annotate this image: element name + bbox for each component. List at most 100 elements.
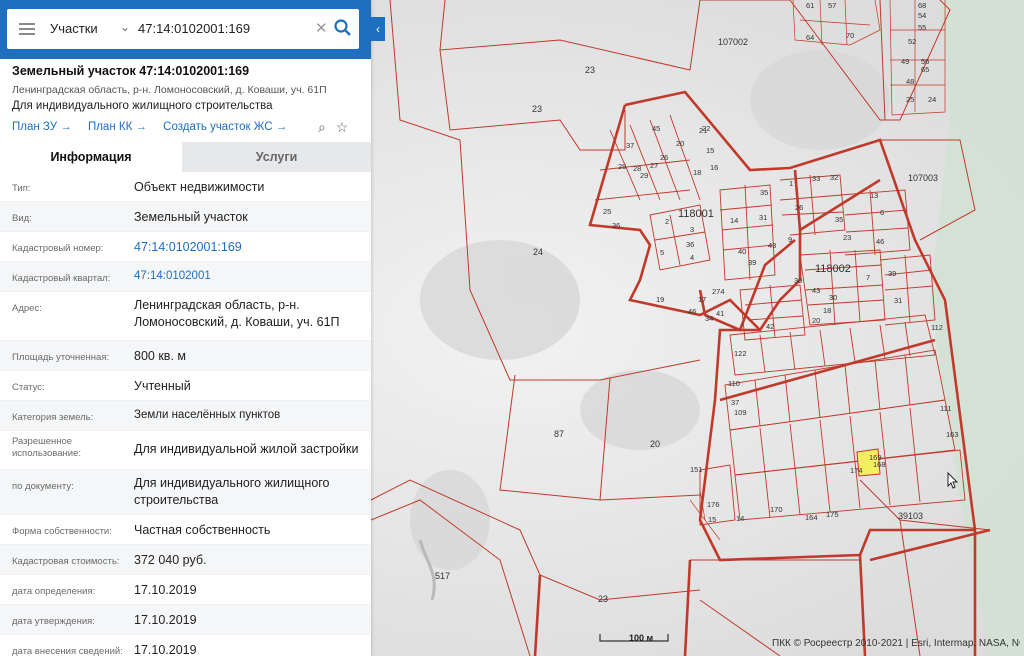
lot-number: 26 xyxy=(660,153,668,162)
lot-number: 112 xyxy=(931,323,943,332)
plan-kk-link[interactable]: План КК → xyxy=(88,121,147,133)
info-row-label: использование: xyxy=(12,448,82,459)
collapse-panel-icon[interactable]: ‹ xyxy=(371,17,385,41)
info-row-link[interactable]: 47:14:0102001 xyxy=(134,270,211,282)
lot-number: 175 xyxy=(826,510,839,519)
info-row-label: Категория земель: xyxy=(12,412,94,423)
lot-number: 43 xyxy=(768,241,776,250)
info-row-link[interactable]: 47:14:0102001:169 xyxy=(134,240,242,254)
info-row: Кадастровый номер: 47:14:0102001:169 xyxy=(0,232,371,262)
info-row-label: Площадь уточненная: xyxy=(12,352,110,363)
lot-number: 49 xyxy=(901,57,909,66)
lot-number: 164 xyxy=(805,513,818,522)
lot-number: 55 xyxy=(918,23,926,32)
lot-number: 33 xyxy=(812,174,820,183)
info-row-value: 17.10.2019 xyxy=(134,613,197,627)
info-row-label: Разрешенное xyxy=(12,436,73,447)
lot-number: 52 xyxy=(908,37,916,46)
info-row-label: Вид: xyxy=(12,213,32,224)
lot-number: 5 xyxy=(660,248,664,257)
lot-number: 29 xyxy=(640,171,648,180)
zoom-to-icon[interactable]: ⌕ xyxy=(318,119,326,135)
info-row: Статус: Учтенный xyxy=(0,371,371,401)
info-row: Вид: Земельный участок xyxy=(0,202,371,232)
lot-number: 46 xyxy=(876,237,884,246)
lot-number: 20 xyxy=(812,316,820,325)
map-attribution: ПКК © Росреестр 2010-2021 | Esri, Interm… xyxy=(772,638,1020,649)
info-row-label: Кадастровая стоимость: xyxy=(12,556,120,567)
search-input[interactable]: 47:14:0102001:169 xyxy=(138,21,250,36)
lot-number: 29 xyxy=(618,162,626,171)
lot-number: 110 xyxy=(728,379,740,388)
plan-zu-link[interactable]: План ЗУ → xyxy=(12,121,72,133)
info-row-value: Для индивидуальной жилой застройки xyxy=(134,442,359,456)
parcel-tools: ⌕ ☆ xyxy=(318,119,348,136)
lot-number: 68 xyxy=(918,1,926,10)
tab-services[interactable]: Услуги xyxy=(182,142,371,172)
block-label: 39103 xyxy=(898,511,923,521)
chevron-down-icon[interactable]: ⌄ xyxy=(120,20,130,34)
lot-number: 42 xyxy=(766,322,774,331)
info-row: Категория земель: Земли населённых пункто… xyxy=(0,401,371,431)
info-row-label: Тип: xyxy=(12,183,31,194)
lot-number: 36 xyxy=(686,240,694,249)
lot-number: 32 xyxy=(830,173,838,182)
info-row-value: Объект недвижимости xyxy=(134,180,265,194)
lot-number: 25 xyxy=(603,207,611,216)
lot-number: 61 xyxy=(806,1,814,10)
info-row-value: Земли населённых пунктов xyxy=(134,409,281,421)
lot-number: 36 xyxy=(612,221,620,230)
info-row-value: Для индивидуального жилищного xyxy=(134,476,330,490)
lot-number: 39 xyxy=(888,269,896,278)
info-row-label: Адрес: xyxy=(12,303,42,314)
parcel-label: 24 xyxy=(533,247,543,257)
block-label: 107002 xyxy=(718,37,748,47)
lot-number: 24 xyxy=(928,95,936,104)
tab-information[interactable]: Информация xyxy=(0,142,182,172)
parcel-links: План ЗУ → План КК → Создать участок ЖС → xyxy=(12,121,300,133)
info-row: Кадастровый квартал: 47:14:0102001 xyxy=(0,262,371,292)
lot-number: 25 xyxy=(906,95,914,104)
clear-icon[interactable]: ✕ xyxy=(315,19,328,37)
lot-number: 18 xyxy=(693,168,701,177)
info-row-label: Форма собственности: xyxy=(12,526,112,537)
favorite-star-icon[interactable]: ☆ xyxy=(336,119,349,135)
menu-icon[interactable] xyxy=(19,23,35,35)
mouse-cursor-icon xyxy=(947,472,959,489)
lot-number: 7 xyxy=(866,273,870,282)
lot-number: 9 xyxy=(788,235,792,244)
lot-number: 35 xyxy=(835,215,843,224)
lot-number: 19 xyxy=(656,295,664,304)
info-row-value: 800 кв. м xyxy=(134,349,186,363)
info-row: дата внесения сведений: 17.10.2019 xyxy=(0,635,371,656)
search-icon[interactable] xyxy=(333,18,353,38)
lot-number: 122 xyxy=(734,349,747,358)
info-row-value: 17.10.2019 xyxy=(134,583,197,597)
create-parcel-link[interactable]: Создать участок ЖС → xyxy=(163,121,287,133)
lot-number: 56 xyxy=(921,57,929,66)
info-row-value: Учтенный xyxy=(134,379,191,393)
lot-number: 65 xyxy=(921,65,929,74)
lot-number: 45 xyxy=(652,124,660,133)
tab-bar: Информация Услуги xyxy=(0,142,371,172)
lot-number: 16 xyxy=(710,163,718,172)
info-row-label: дата утверждения: xyxy=(12,616,95,627)
lot-number: 13 xyxy=(870,191,878,200)
lot-number: 18 xyxy=(823,306,831,315)
lot-number: 64 xyxy=(806,33,814,42)
lot-number: 1 xyxy=(789,179,793,188)
info-row-value: Ломоносовский, д. Коваши, уч. 61П xyxy=(134,315,340,329)
info-row-value: 372 040 руб. xyxy=(134,553,207,567)
info-row-label: Кадастровый номер: xyxy=(12,243,104,254)
lot-number: 17 xyxy=(698,295,706,304)
lot-number: 176 xyxy=(707,500,720,509)
scale-label: 100 м xyxy=(629,633,654,643)
lot-number: 174 xyxy=(850,466,863,475)
category-select[interactable]: Участки xyxy=(50,21,98,36)
lot-number: 31 xyxy=(759,213,767,222)
parcel-label: 23 xyxy=(532,104,542,114)
info-row-value: Земельный участок xyxy=(134,210,248,224)
lot-number: 41 xyxy=(716,309,724,318)
lot-number: 43 xyxy=(812,286,820,295)
lot-number: 39 xyxy=(748,258,756,267)
